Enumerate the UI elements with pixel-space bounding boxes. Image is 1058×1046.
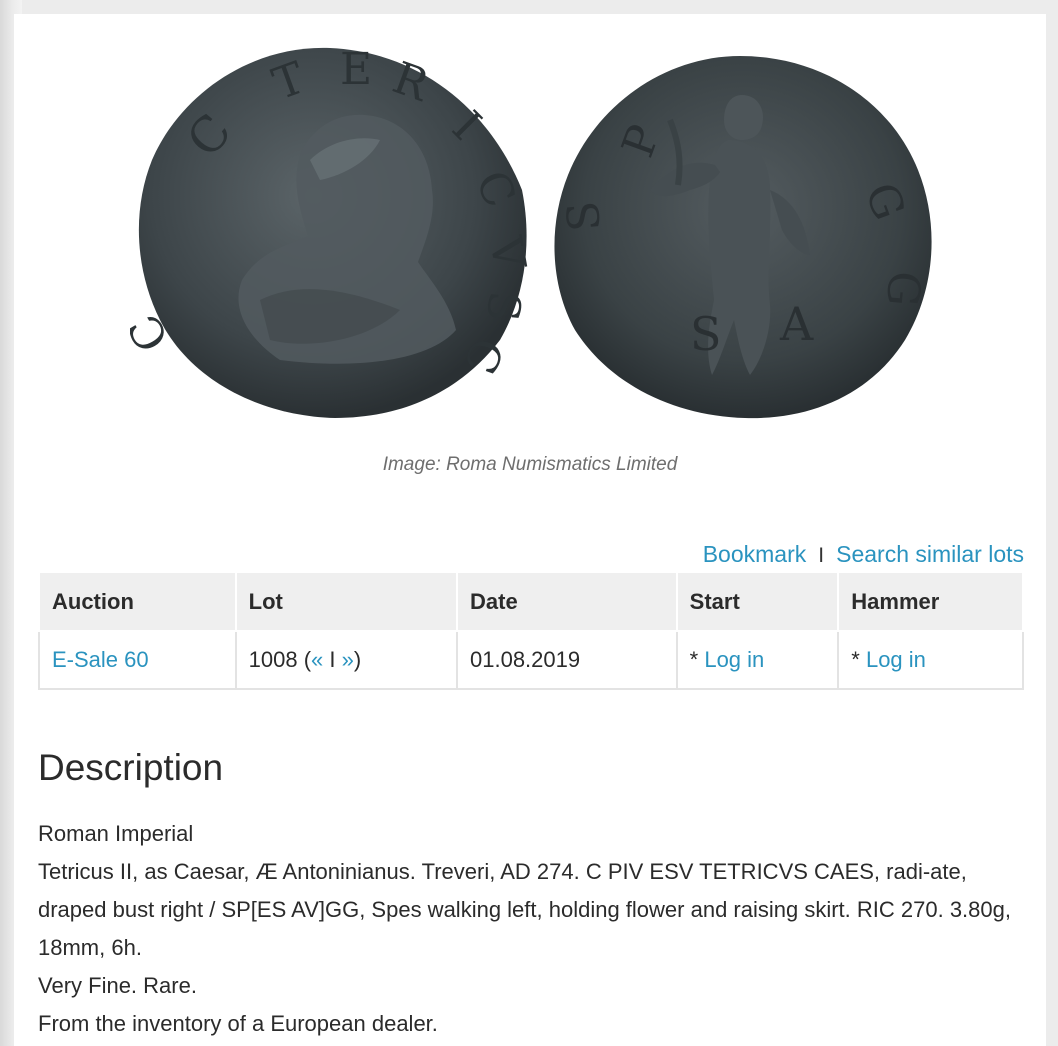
lot-actions: Bookmark I Search similar lots bbox=[703, 541, 1024, 568]
lot-nav-separator: I bbox=[329, 647, 336, 672]
description-line: From the inventory of a European dealer. bbox=[38, 1011, 438, 1036]
auction-cell: E-Sale 60 bbox=[38, 630, 237, 690]
description-line: Tetricus II, as Caesar, Æ Antoninianus. … bbox=[38, 859, 1011, 960]
start-login-link[interactable]: Log in bbox=[704, 647, 764, 672]
column-header-date: Date bbox=[456, 571, 678, 632]
coin-image: C T E R I C V S C C P S S A G G bbox=[130, 40, 950, 420]
hammer-prefix: * bbox=[851, 647, 866, 672]
column-header-hammer: Hammer bbox=[837, 571, 1024, 632]
start-prefix: * bbox=[689, 647, 705, 672]
table-header-row: Auction Lot Date Start Hammer bbox=[38, 571, 1024, 632]
coin-reverse-icon: P S S A G G bbox=[554, 56, 932, 419]
next-lot-link[interactable]: » bbox=[342, 647, 354, 672]
svg-text:E: E bbox=[340, 44, 372, 95]
bookmark-link[interactable]: Bookmark bbox=[703, 541, 807, 567]
column-header-lot: Lot bbox=[234, 571, 459, 632]
svg-text:S: S bbox=[476, 289, 529, 323]
lot-nav-close-paren: ) bbox=[353, 647, 362, 672]
description-heading: Description bbox=[38, 747, 224, 788]
description-line: Roman Imperial bbox=[38, 821, 194, 846]
action-separator: I bbox=[818, 544, 825, 567]
coin-obverse-icon: C T E R I C V S C C bbox=[130, 44, 535, 419]
svg-text:G: G bbox=[876, 269, 930, 308]
auction-link[interactable]: E-Sale 60 bbox=[52, 647, 149, 672]
hammer-login-link[interactable]: Log in bbox=[866, 647, 926, 672]
hammer-cell: * Log in bbox=[837, 630, 1024, 690]
lot-table: Auction Lot Date Start Hammer E-Sale 60 … bbox=[38, 571, 1024, 690]
previous-lot-link[interactable]: « bbox=[311, 647, 323, 672]
svg-text:S: S bbox=[690, 307, 722, 361]
svg-text:S: S bbox=[558, 199, 611, 233]
column-header-auction: Auction bbox=[38, 571, 237, 632]
table-row: E-Sale 60 1008 (« I ») 01.08.2019 * Log … bbox=[38, 630, 1024, 690]
search-similar-lots-link[interactable]: Search similar lots bbox=[836, 541, 1024, 567]
description-line: Very Fine. Rare. bbox=[38, 973, 197, 998]
lot-number: 1008 bbox=[248, 647, 298, 672]
column-header-start: Start bbox=[675, 571, 840, 632]
lot-panel: C T E R I C V S C C P S S A G G Image: R… bbox=[14, 14, 1046, 1046]
description-body: Roman Imperial Tetricus II, as Caesar, Æ… bbox=[38, 815, 1028, 1043]
lot-nav-open-paren: ( bbox=[303, 647, 312, 672]
lot-cell: 1008 (« I ») bbox=[234, 630, 459, 690]
start-cell: * Log in bbox=[675, 630, 840, 690]
image-caption: Image: Roma Numismatics Limited bbox=[382, 454, 678, 475]
date-cell: 01.08.2019 bbox=[456, 630, 678, 690]
svg-text:A: A bbox=[779, 297, 814, 351]
